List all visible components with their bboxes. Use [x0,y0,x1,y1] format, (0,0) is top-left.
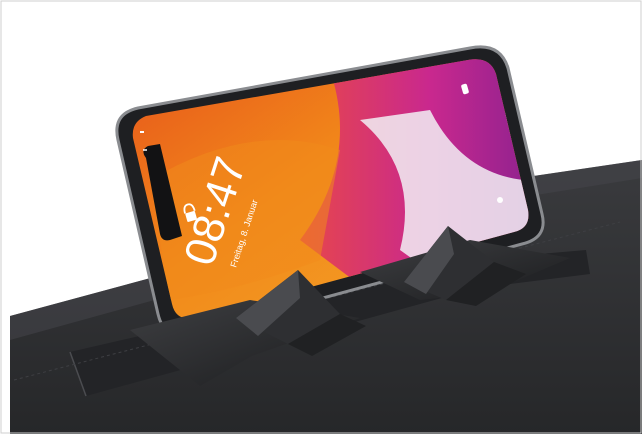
photo-canvas: 08:47 Freitag, 8. Januar [0,0,642,434]
product-photo: 08:47 Freitag, 8. Januar [0,0,642,434]
camera-icon [497,197,503,203]
